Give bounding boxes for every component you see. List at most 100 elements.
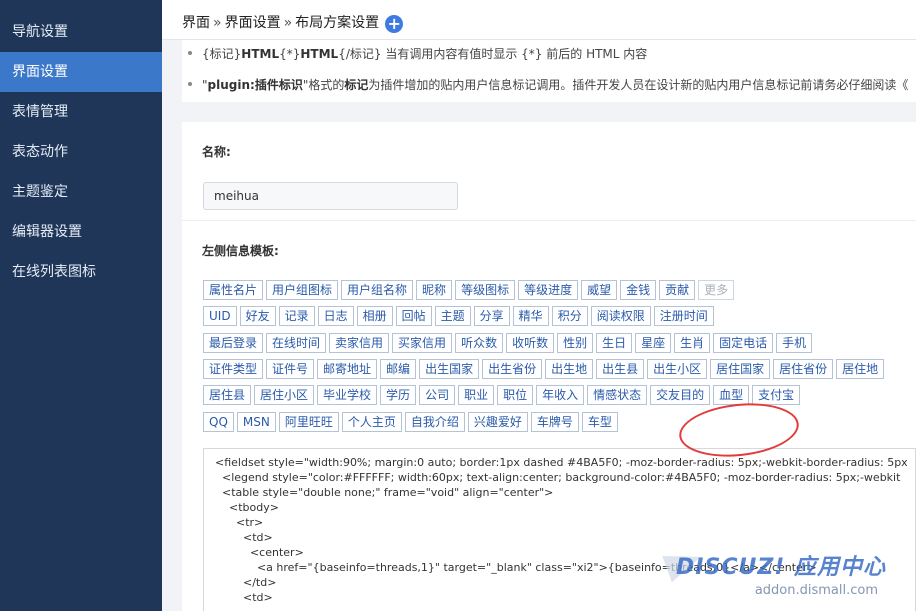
template-tag[interactable]: 居住地 — [836, 359, 885, 379]
code-line: <td> — [215, 591, 273, 604]
template-tag[interactable]: 好友 — [239, 306, 276, 326]
template-tag[interactable]: 个人主页 — [341, 412, 402, 432]
template-tag[interactable]: 职业 — [458, 385, 495, 405]
template-tag[interactable]: QQ — [203, 412, 234, 432]
template-tag[interactable]: 学历 — [380, 385, 417, 405]
breadcrumb-item-ui-settings[interactable]: 界面设置 — [225, 15, 281, 31]
tip-text: {标记} — [202, 47, 242, 61]
template-tag[interactable]: 自我介绍 — [404, 412, 465, 432]
template-tag[interactable]: 属性名片 — [203, 280, 264, 300]
sidebar-item-nav-settings[interactable]: 导航设置 — [0, 12, 162, 52]
form-panel: 名称: 左侧信息模板: 属性名片用户组图标用户组名称昵称等级图标等级进度威望金钱… — [182, 122, 916, 611]
tip-line-1: {标记}HTML{*}HTML{/标记} 当有调用内容有值时显示 {*} 前后的… — [188, 45, 647, 62]
template-tag[interactable]: 回帖 — [395, 306, 432, 326]
tip-text: 为插件增加的贴内用户信息标记调用。插件开发人员在设计新的贴内用户信息标记前请务必… — [368, 78, 909, 92]
template-tag[interactable]: UID — [203, 306, 237, 326]
sidebar-item-online-icons[interactable]: 在线列表图标 — [0, 252, 162, 292]
name-input[interactable] — [203, 182, 458, 210]
tip-bold: HTML — [300, 47, 339, 61]
tag-row-4: 证件类型 证件号 邮寄地址 邮编 出生国家 出生省份 出生地 出生县 出生小区 居住国家 居住省份居… — [203, 359, 887, 379]
template-tag[interactable]: 主题 — [434, 306, 471, 326]
template-tag[interactable]: 出生小区 — [647, 359, 708, 379]
template-tag[interactable]: 车型 — [581, 412, 618, 432]
template-tag[interactable]: 居住县 — [203, 385, 252, 405]
template-tag[interactable]: 分享 — [473, 306, 510, 326]
tag-row-1: 属性名片 用户组图标 用户组名称 昵称 等级图标 等级进度 威望 金钱 贡献 更多 — [203, 280, 737, 300]
tip-text: "格式的 — [302, 78, 345, 92]
tip-bold: 标记 — [344, 78, 369, 92]
template-tag[interactable]: MSN — [236, 412, 276, 432]
template-tag[interactable]: 证件号 — [266, 359, 315, 379]
code-line: <tbody> — [215, 501, 279, 514]
template-tag[interactable]: 收听数 — [506, 333, 555, 353]
tip-text: {/标记} — [338, 47, 382, 61]
template-tag[interactable]: 买家信用 — [392, 333, 453, 353]
breadcrumb-item-interface[interactable]: 界面 — [182, 15, 210, 31]
breadcrumb: 界面» 界面设置» 布局方案设置 + — [182, 12, 404, 33]
template-tag[interactable]: 用户组名称 — [341, 280, 414, 300]
template-tag[interactable]: 记录 — [278, 306, 315, 326]
template-tag[interactable]: 注册时间 — [653, 306, 714, 326]
code-line: <a href="{baseinfo=threads,1}" target="_… — [215, 561, 817, 574]
tip-text: {*} — [279, 47, 301, 61]
bullet-icon — [188, 82, 192, 86]
template-tag[interactable]: 阿里旺旺 — [278, 412, 339, 432]
code-line: <legend style="color:#FFFFFF; width:60px… — [215, 471, 901, 484]
template-tag[interactable]: 相册 — [356, 306, 393, 326]
sidebar-item-editor-settings[interactable]: 编辑器设置 — [0, 212, 162, 252]
template-tag[interactable]: 固定电话 — [713, 333, 774, 353]
sidebar-item-reactions[interactable]: 表态动作 — [0, 132, 162, 172]
template-tag[interactable]: 阅读权限 — [590, 306, 651, 326]
template-tag[interactable]: 生肖 — [674, 333, 711, 353]
template-tag[interactable]: 交友目的 — [650, 385, 711, 405]
template-tag[interactable]: 等级图标 — [455, 280, 516, 300]
template-tag[interactable]: 听众数 — [455, 333, 504, 353]
template-code-textarea[interactable]: <fieldset style="width:90%; margin:0 aut… — [203, 448, 916, 611]
template-tag[interactable]: 公司 — [419, 385, 456, 405]
template-tag[interactable]: 邮编 — [380, 359, 417, 379]
template-tag[interactable]: 日志 — [317, 306, 354, 326]
template-tag[interactable]: 性别 — [557, 333, 594, 353]
code-line: <table style="double none;" frame="void"… — [215, 486, 554, 499]
template-tag[interactable]: 精华 — [512, 306, 549, 326]
template-tag[interactable]: 邮寄地址 — [317, 359, 378, 379]
template-tag[interactable]: 出生国家 — [419, 359, 480, 379]
template-tag[interactable]: 手机 — [776, 333, 813, 353]
template-label: 左侧信息模板: — [202, 244, 279, 258]
template-tag[interactable]: 年收入 — [536, 385, 585, 405]
template-tag[interactable]: 在线时间 — [266, 333, 327, 353]
sidebar-item-smilies[interactable]: 表情管理 — [0, 92, 162, 132]
template-tag[interactable]: 居住国家 — [710, 359, 771, 379]
sidebar-item-ui-settings[interactable]: 界面设置 — [0, 52, 162, 92]
template-tag[interactable]: 贡献 — [659, 280, 696, 300]
sidebar-item-thread-stamps[interactable]: 主题鉴定 — [0, 172, 162, 212]
add-icon[interactable]: + — [385, 15, 404, 33]
template-tag[interactable]: 等级进度 — [518, 280, 579, 300]
template-tag[interactable]: 用户组图标 — [266, 280, 339, 300]
template-tag[interactable]: 昵称 — [416, 280, 453, 300]
template-tag[interactable]: 居住省份 — [773, 359, 834, 379]
template-tag[interactable]: 兴趣爱好 — [467, 412, 528, 432]
template-tag[interactable]: 金钱 — [620, 280, 657, 300]
template-tag[interactable]: 证件类型 — [203, 359, 264, 379]
template-tag[interactable]: 积分 — [551, 306, 588, 326]
template-tag[interactable]: 支付宝 — [752, 385, 801, 405]
template-tag[interactable]: 生日 — [596, 333, 633, 353]
template-tag[interactable]: 最后登录 — [203, 333, 264, 353]
sidebar-top-strip — [0, 0, 162, 12]
template-tag[interactable]: 星座 — [635, 333, 672, 353]
name-label: 名称: — [202, 145, 231, 159]
template-tag[interactable]: 居住小区 — [254, 385, 315, 405]
template-tag[interactable]: 出生县 — [596, 359, 645, 379]
template-tag[interactable]: 职位 — [497, 385, 534, 405]
template-tag[interactable]: 毕业学校 — [317, 385, 378, 405]
template-tag[interactable]: 更多 — [698, 280, 735, 300]
template-tag[interactable]: 出生省份 — [482, 359, 543, 379]
template-tag[interactable]: 威望 — [581, 280, 618, 300]
template-tag[interactable]: 血型 — [713, 385, 750, 405]
template-tag[interactable]: 卖家信用 — [329, 333, 390, 353]
template-tag[interactable]: 情感状态 — [587, 385, 648, 405]
tip-bold: HTML — [241, 47, 280, 61]
template-tag[interactable]: 出生地 — [545, 359, 594, 379]
template-tag[interactable]: 车牌号 — [530, 412, 579, 432]
